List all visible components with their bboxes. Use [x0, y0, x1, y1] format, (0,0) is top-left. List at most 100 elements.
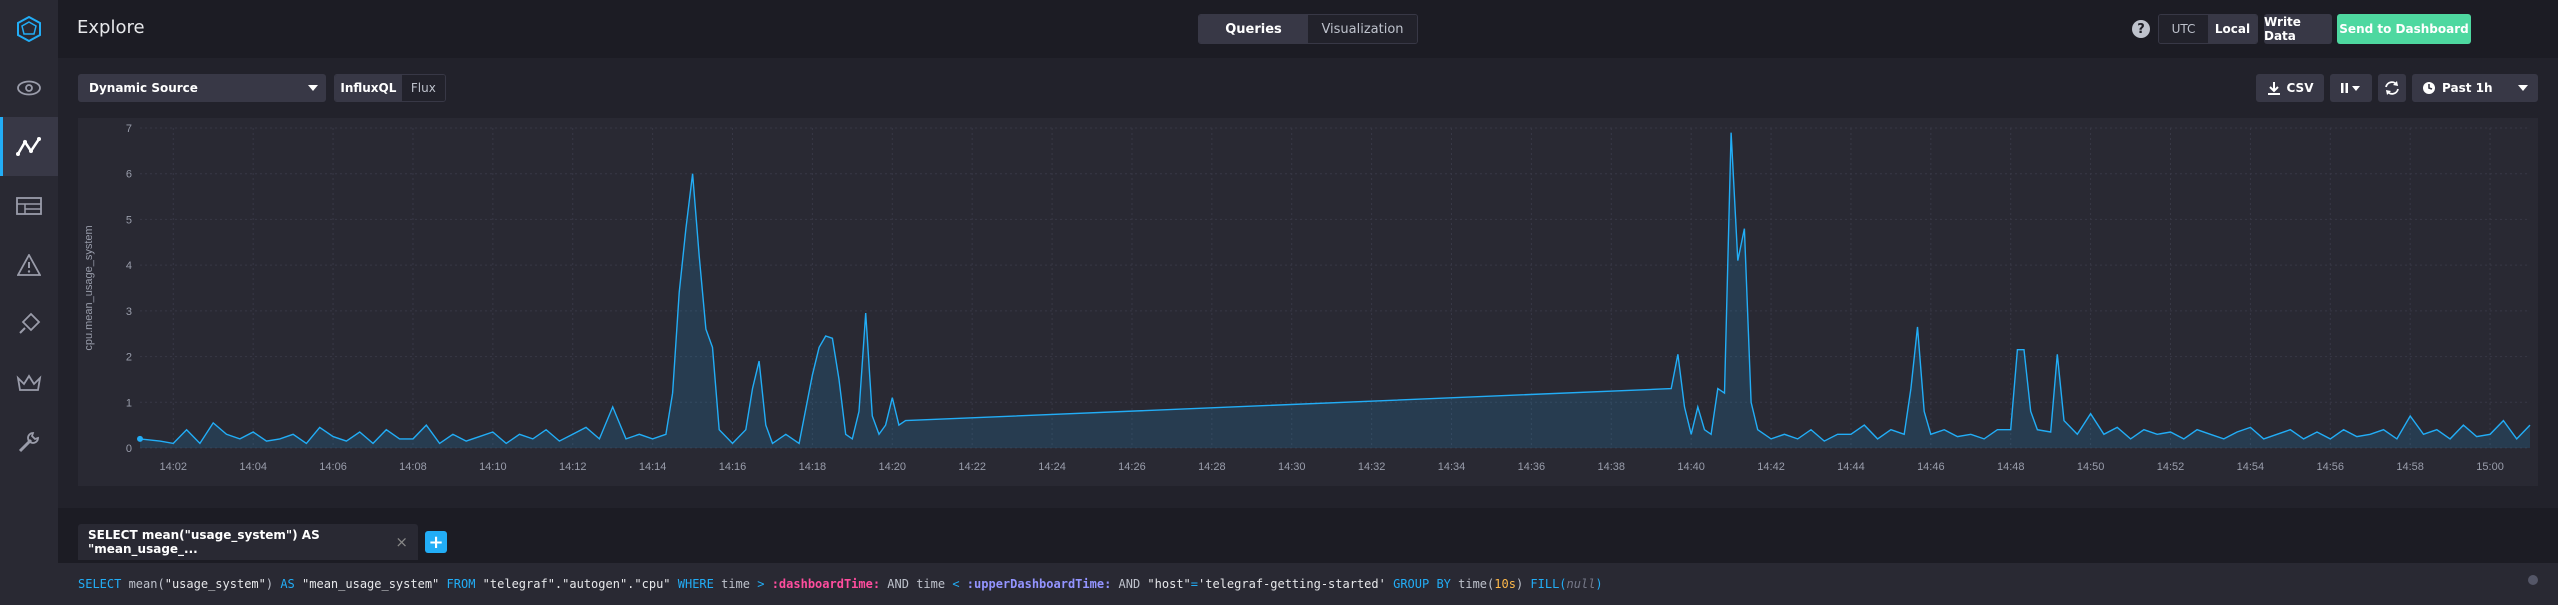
- x-tick-label: 14:52: [2157, 461, 2185, 473]
- y-tick-label: 6: [126, 169, 132, 181]
- chart-area: 0 1 2 3 4 5 6 7 14:02 14:04 14:06 14:08 14:10 14:12 14…: [78, 118, 2538, 486]
- x-tick-label: 14:28: [1198, 461, 1226, 473]
- query-token: =: [1190, 577, 1199, 591]
- query-token: [475, 577, 482, 591]
- x-tick-label: 14:36: [1518, 461, 1546, 473]
- refresh-button[interactable]: [2378, 74, 2406, 102]
- csv-download-button[interactable]: CSV: [2256, 74, 2324, 102]
- x-tick-label: 14:02: [160, 461, 188, 473]
- query-token: >: [757, 577, 765, 591]
- x-tick-label: 14:56: [2317, 461, 2345, 473]
- influx-logo-icon[interactable]: [0, 0, 58, 58]
- query-token: <: [952, 577, 960, 591]
- x-tick-label: 14:04: [239, 461, 267, 473]
- x-tick-label: 14:08: [399, 461, 427, 473]
- tab-queries[interactable]: Queries: [1199, 15, 1308, 43]
- refresh-icon: [2385, 81, 2399, 95]
- eye-icon[interactable]: [0, 58, 58, 117]
- alert-icon[interactable]: [0, 235, 58, 294]
- series-area: [140, 132, 2530, 448]
- time-series-chart: 0 1 2 3 4 5 6 7 14:02 14:04 14:06 14:08 14:10 14:12 14…: [83, 123, 2531, 473]
- query-editor[interactable]: SELECT mean("usage_system") AS "mean_usa…: [58, 563, 2558, 605]
- query-token: "mean_usage_system": [302, 577, 440, 591]
- y-tick-label: 3: [126, 306, 132, 318]
- help-icon[interactable]: ?: [2132, 20, 2150, 38]
- side-nav: [0, 0, 58, 605]
- language-influxql[interactable]: InfluxQL: [335, 75, 402, 101]
- query-token: GROUP BY: [1393, 577, 1451, 591]
- x-tick-label: 14:26: [1118, 461, 1146, 473]
- x-tick-label: 14:48: [1997, 461, 2025, 473]
- query-token: WHERE: [677, 577, 714, 591]
- x-tick-label: 14:38: [1598, 461, 1626, 473]
- x-tick-label: 14:14: [639, 461, 667, 473]
- y-tick-label: 5: [126, 214, 132, 226]
- x-tick-label: 14:34: [1438, 461, 1466, 473]
- pause-icon: [2341, 83, 2360, 93]
- clock-icon: [2423, 82, 2435, 94]
- write-data-button[interactable]: Write Data: [2264, 14, 2332, 44]
- query-token: [960, 577, 967, 591]
- query-token: "telegraf"."autogen"."cpu": [482, 577, 671, 591]
- query-token: time: [713, 577, 758, 591]
- x-tick-label: 14:16: [719, 461, 747, 473]
- wrench-icon[interactable]: [0, 412, 58, 471]
- x-tick-label: 14:32: [1358, 461, 1386, 473]
- language-flux[interactable]: Flux: [401, 75, 445, 101]
- x-tick-label: 14:10: [479, 461, 507, 473]
- query-token: ): [265, 577, 281, 591]
- y-tick-label: 4: [126, 260, 132, 272]
- x-tick-label: 14:22: [958, 461, 986, 473]
- timezone-toggle: UTC Local: [2158, 14, 2258, 44]
- y-tick-label: 1: [126, 397, 132, 409]
- series-line: [139, 132, 2531, 445]
- time-range-dropdown[interactable]: Past 1h: [2412, 74, 2538, 102]
- x-tick-label: 14:06: [319, 461, 347, 473]
- graph-icon[interactable]: [0, 117, 58, 176]
- query-token: FILL(: [1530, 577, 1567, 591]
- query-tab[interactable]: SELECT mean("usage_system") AS "mean_usa…: [78, 524, 418, 560]
- caret-down-icon: [2518, 85, 2528, 91]
- query-tab-label: SELECT mean("usage_system") AS "mean_usa…: [88, 528, 320, 556]
- query-token: :dashboardTime:: [771, 577, 881, 591]
- tab-visualization[interactable]: Visualization: [1308, 15, 1417, 43]
- x-tick-label: 14:46: [1917, 461, 1945, 473]
- query-token: [1386, 577, 1393, 591]
- query-token: :upperDashboardTime:: [966, 577, 1112, 591]
- download-icon: [2267, 82, 2280, 95]
- timezone-local[interactable]: Local: [2208, 15, 2257, 43]
- source-select[interactable]: Dynamic Source: [78, 74, 326, 102]
- x-tick-label: 14:54: [2237, 461, 2265, 473]
- x-tick-label: 14:40: [1677, 461, 1705, 473]
- series-start-point: [137, 435, 143, 442]
- close-icon[interactable]: ×: [395, 533, 408, 551]
- pause-dropdown[interactable]: [2330, 74, 2372, 102]
- y-tick-label: 7: [126, 123, 132, 135]
- query-token: time(: [1450, 577, 1495, 591]
- query-token: null: [1566, 577, 1596, 591]
- x-tick-label: 14:42: [1757, 461, 1785, 473]
- x-tick-label: 14:50: [2077, 461, 2105, 473]
- add-query-button[interactable]: +: [425, 531, 447, 553]
- query-token: AS: [280, 577, 295, 591]
- query-token: ): [1595, 577, 1603, 591]
- query-token: [295, 577, 302, 591]
- x-tick-label: 15:00: [2476, 461, 2504, 473]
- query-token: ): [1515, 577, 1531, 591]
- y-axis-label: cpu.mean_usage_system: [83, 225, 95, 350]
- query-token: FROM: [446, 577, 476, 591]
- send-to-dashboard-button[interactable]: Send to Dashboard: [2337, 14, 2471, 44]
- x-tick-label: 14:30: [1278, 461, 1306, 473]
- query-token: "usage_system": [164, 577, 266, 591]
- x-tick-label: 14:12: [559, 461, 587, 473]
- query-token: 'telegraf-getting-started': [1198, 577, 1386, 591]
- time-range-label: Past 1h: [2442, 81, 2493, 95]
- x-tick-label: 14:18: [799, 461, 827, 473]
- dashboards-icon[interactable]: [0, 176, 58, 235]
- crown-icon[interactable]: [0, 353, 58, 412]
- x-tick-label: 14:20: [879, 461, 907, 473]
- query-token: SELECT: [78, 577, 122, 591]
- plug-icon[interactable]: [0, 294, 58, 353]
- timezone-utc[interactable]: UTC: [2159, 15, 2208, 43]
- mode-toggle: Queries Visualization: [1198, 14, 1418, 44]
